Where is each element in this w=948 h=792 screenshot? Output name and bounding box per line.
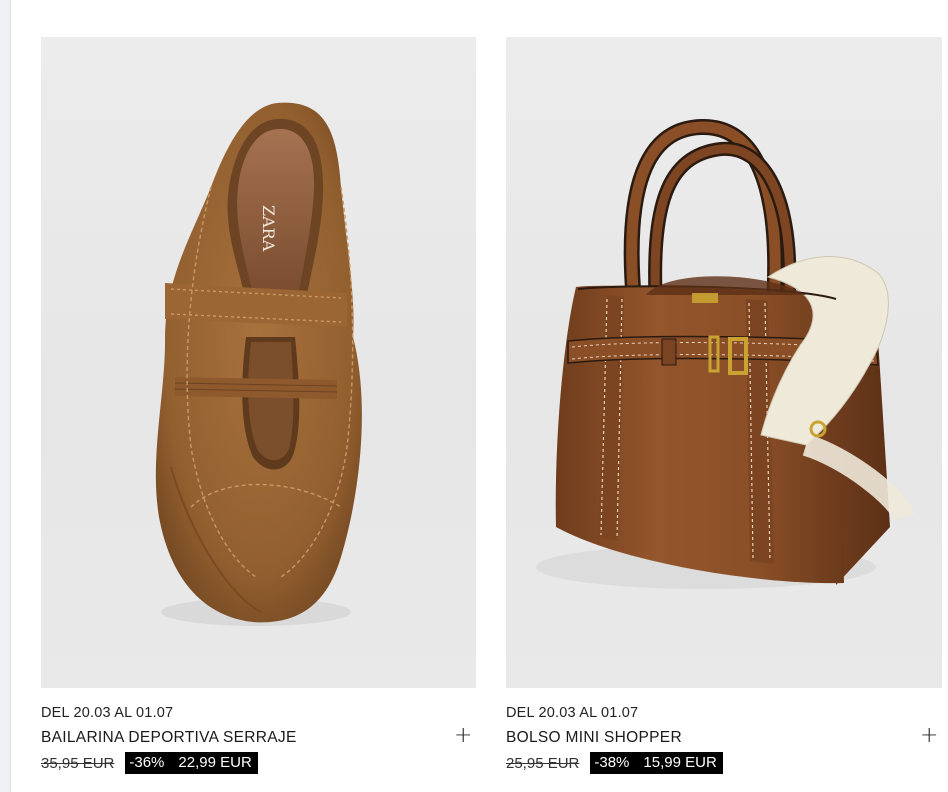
- promo-dates: DEL 20.03 AL 01.07: [506, 705, 639, 721]
- price-row: 25,95 EUR -38% 15,99 EUR: [506, 752, 942, 774]
- old-price: 25,95 EUR: [506, 754, 580, 772]
- discount-percent: -38%: [594, 754, 630, 771]
- product-image-bag[interactable]: [506, 37, 942, 688]
- page-left-edge: [0, 0, 11, 792]
- new-price: 22,99 EUR: [178, 754, 252, 771]
- product-name[interactable]: BOLSO MINI SHOPPER: [506, 729, 682, 746]
- promo-dates: DEL 20.03 AL 01.07: [41, 705, 174, 721]
- product-card[interactable]: ZARA DEL 20.03 AL 01.07 BAILARINA DEPORT…: [41, 37, 476, 774]
- product-card[interactable]: DEL 20.03 AL 01.07 BOLSO MINI SHOPPER + …: [506, 37, 942, 774]
- plus-icon[interactable]: +: [920, 725, 938, 747]
- discount-price-badge: -36% 22,99 EUR: [125, 752, 258, 774]
- bag-illustration: [536, 118, 915, 589]
- product-name[interactable]: BAILARINA DEPORTIVA SERRAJE: [41, 729, 297, 746]
- shoe-illustration: ZARA: [155, 102, 362, 626]
- insole-logo: ZARA: [259, 205, 278, 252]
- price-row: 35,95 EUR -36% 22,99 EUR: [41, 752, 476, 774]
- product-image-shoe[interactable]: ZARA: [41, 37, 476, 688]
- old-price: 35,95 EUR: [41, 754, 115, 772]
- discount-percent: -36%: [129, 754, 165, 771]
- new-price: 15,99 EUR: [643, 754, 717, 771]
- plus-icon[interactable]: +: [454, 725, 472, 747]
- discount-price-badge: -38% 15,99 EUR: [590, 752, 723, 774]
